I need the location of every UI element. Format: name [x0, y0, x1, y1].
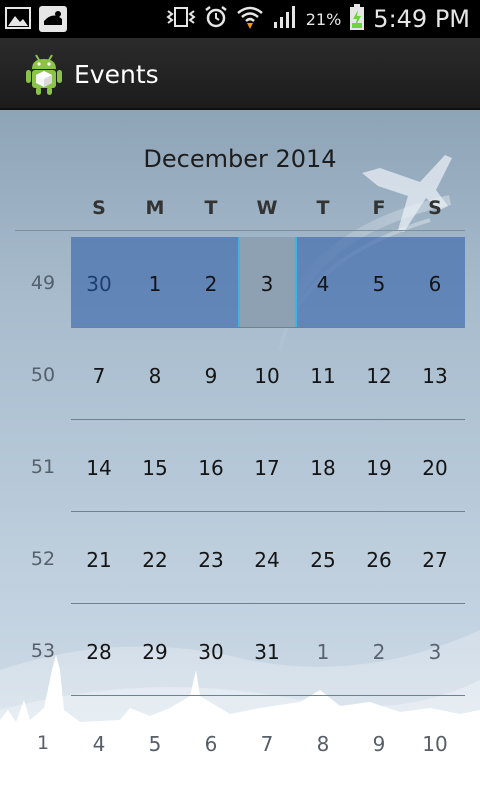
day-cell[interactable]: 6 [407, 272, 463, 296]
weekday-header-friday: F [372, 197, 386, 219]
week-number: 51 [30, 456, 56, 478]
day-cell-next-month[interactable]: 10 [407, 732, 463, 756]
day-cell-next-month[interactable]: 1 [295, 640, 351, 664]
day-cell[interactable]: 2 [183, 272, 239, 296]
week-number: 53 [30, 640, 56, 662]
day-cell[interactable]: 31 [239, 640, 295, 664]
day-cell[interactable]: 9 [183, 364, 239, 388]
day-cell-next-month[interactable]: 7 [239, 732, 295, 756]
day-cell-next-month[interactable]: 3 [407, 640, 463, 664]
day-cell[interactable]: 30 [183, 640, 239, 664]
android-app-icon[interactable] [24, 52, 64, 96]
battery-percent: 21% [305, 9, 342, 29]
day-cell[interactable]: 19 [351, 456, 407, 480]
day-cell[interactable]: 28 [71, 640, 127, 664]
weekday-header-sunday: S [92, 197, 106, 219]
wifi-icon [236, 4, 264, 34]
header-divider [15, 230, 465, 231]
day-cell[interactable]: 13 [407, 364, 463, 388]
app-title: Events [74, 60, 159, 89]
signal-icon [272, 5, 298, 33]
day-cell[interactable]: 10 [239, 364, 295, 388]
app-notification-icon [38, 5, 68, 37]
week-number: 52 [30, 548, 56, 570]
day-cell[interactable]: 11 [295, 364, 351, 388]
day-cell[interactable]: 18 [295, 456, 351, 480]
month-title: December 2014 [143, 145, 337, 173]
day-cell-selected[interactable]: 3 [239, 272, 295, 296]
day-cell-next-month[interactable]: 2 [351, 640, 407, 664]
weekday-header-saturday: S [428, 197, 442, 219]
week-number: 49 [30, 272, 56, 294]
row-divider [71, 327, 465, 328]
status-time: 5:49 PM [373, 5, 470, 33]
row-divider [71, 695, 465, 696]
weekday-header-tuesday: T [204, 197, 218, 219]
day-cell[interactable]: 5 [351, 272, 407, 296]
weekday-header-thursday: T [316, 197, 330, 219]
day-cell[interactable]: 27 [407, 548, 463, 572]
day-cell[interactable]: 25 [295, 548, 351, 572]
day-cell-next-month[interactable]: 9 [351, 732, 407, 756]
day-cell[interactable]: 12 [351, 364, 407, 388]
day-cell-next-month[interactable]: 8 [295, 732, 351, 756]
day-cell[interactable]: 20 [407, 456, 463, 480]
day-cell-next-month[interactable]: 4 [71, 732, 127, 756]
day-cell[interactable]: 8 [127, 364, 183, 388]
day-cell[interactable]: 23 [183, 548, 239, 572]
vibrate-icon [166, 6, 196, 32]
week-number: 50 [30, 364, 56, 386]
alarm-icon [204, 5, 228, 33]
day-cell[interactable]: 4 [295, 272, 351, 296]
day-cell[interactable]: 29 [127, 640, 183, 664]
day-cell[interactable]: 1 [127, 272, 183, 296]
month-calendar[interactable]: December 2014 S M T W T F S 49 30 1 2 3 … [0, 110, 480, 800]
day-cell[interactable]: 7 [71, 364, 127, 388]
row-divider [71, 603, 465, 604]
day-cell[interactable]: 22 [127, 548, 183, 572]
day-cell[interactable]: 26 [351, 548, 407, 572]
day-cell[interactable]: 14 [71, 456, 127, 480]
status-bar: 21% 5:49 PM [0, 0, 480, 38]
gallery-icon [4, 5, 32, 37]
weekday-header-monday: M [145, 197, 165, 219]
row-divider [71, 419, 465, 420]
day-cell[interactable]: 21 [71, 548, 127, 572]
action-bar: Events [0, 38, 480, 110]
day-cell[interactable]: 16 [183, 456, 239, 480]
row-divider [71, 511, 465, 512]
day-cell[interactable]: 17 [239, 456, 295, 480]
day-cell[interactable]: 24 [239, 548, 295, 572]
weekday-header-wednesday: W [256, 197, 278, 219]
day-cell-next-month[interactable]: 6 [183, 732, 239, 756]
day-cell[interactable]: 30 [71, 272, 127, 296]
day-cell-next-month[interactable]: 5 [127, 732, 183, 756]
battery-charging-icon [349, 3, 365, 35]
day-cell[interactable]: 15 [127, 456, 183, 480]
week-number: 1 [36, 732, 50, 754]
